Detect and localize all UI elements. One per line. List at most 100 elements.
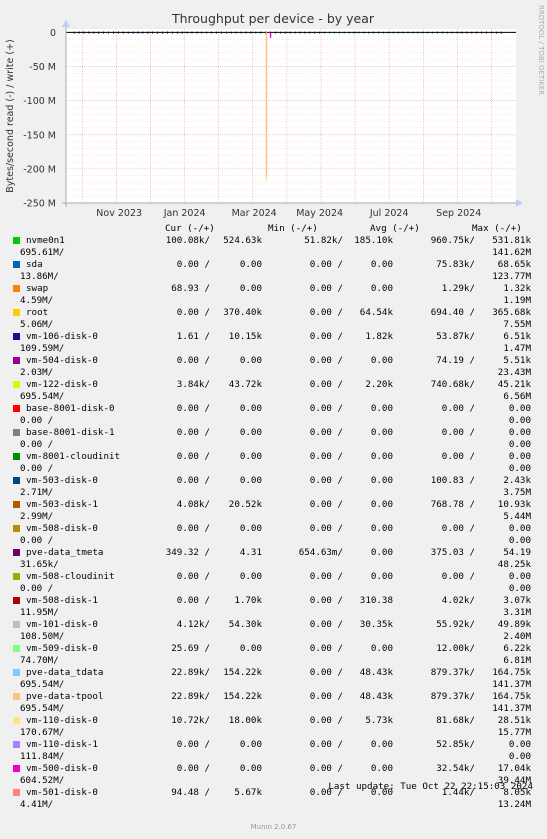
legend-value-avg: 960.75k/ [430,235,475,246]
legend-value-avg2: 2.03M/ [20,367,54,378]
y-tick-label: -250 M [23,199,56,210]
legend-value-max2: 5.44M [503,511,531,522]
legend-value-cur: 22.89k/ [171,667,210,678]
legend-series-name: vm-110-disk-1 [26,739,98,750]
legend-value-min2: 0.00 [370,643,393,654]
legend-row: vm-509-disk-0 25.69 / 0.00 0.00 / 0.00 12.00k… [0,643,547,667]
legend-value-max2: 1.47M [503,343,531,354]
legend-series-name: sda [26,259,43,270]
legend-value-min: 0.00 / [309,643,343,654]
legend-header-avg: Avg (-/+) [370,223,420,234]
legend-value-max: 164.75k [492,667,531,678]
legend-value-avg2: 0.00 / [20,583,54,594]
legend-value-avg: 75.83k/ [436,259,475,270]
legend-series-name: pve-data_tdata [26,667,104,678]
y-tick-label: -150 M [23,130,56,141]
legend-value-min: 0.00 / [309,307,343,318]
legend-value-cur2: 370.40k [223,307,262,318]
legend-series-name: vm-504-disk-0 [26,355,98,366]
legend-value-avg: 53.87k/ [436,331,475,342]
legend-value-avg2: 695.54M/ [20,703,65,714]
legend-value-avg2: 695.54M/ [20,391,65,402]
x-tick-label: Nov 2023 [96,208,142,219]
legend-value-cur: 0.00 / [176,427,210,438]
legend-value-cur: 68.93 / [171,283,210,294]
plot-area [66,29,516,203]
legend-value-cur2: 18.00k [228,715,262,726]
legend-value-min2: 310.38 [359,595,393,606]
y-tick-label: -100 M [23,96,56,107]
legend-value-cur: 4.12k/ [176,619,210,630]
legend-value-min2: 0.00 [370,499,393,510]
legend-value-min2: 30.35k [359,619,393,630]
legend-row: vm-503-disk-0 0.00 / 0.00 0.00 / 0.00 100.83 … [0,475,547,499]
legend-value-min: 0.00 / [309,259,343,270]
y-tick-label: -50 M [29,62,56,73]
legend-row: vm-110-disk-0 10.72k/18.00k 0.00 / 5.73k 81.… [0,715,547,739]
legend-swatch [13,597,20,604]
legend-value-cur2: 43.72k [228,379,262,390]
legend-series-name: pve-data_tmeta [26,547,104,558]
legend-value-avg2: 695.54M/ [20,679,65,690]
legend-series-name: vm-503-disk-0 [26,475,98,486]
legend-swatch [13,405,20,412]
legend-row: root 0.00 / 370.40k 0.00 / 64.54k 694.40 / 365… [0,307,547,331]
legend-row: vm-503-disk-1 4.08k/20.52k 0.00 / 0.00 768.7… [0,499,547,523]
legend-value-max2: 141.37M [492,703,531,714]
legend-swatch [13,357,20,364]
legend-value-cur: 3.84k/ [176,379,210,390]
legend-value-max2: 7.55M [503,319,531,330]
legend-value-min: 0.00 / [309,427,343,438]
legend-row: pve-data_tdata 22.89k/154.22k 0.00 / 48.43k… [0,667,547,691]
legend-swatch [13,621,20,628]
y-tick-label: -200 M [23,164,56,175]
legend-row: base-8001-disk-0 0.00 /0.00 0.00 /0.00 0.00… [0,403,547,427]
legend-value-max: 68.65k [497,259,531,270]
x-tick-label: May 2024 [296,208,343,219]
throughput-chart: Throughput per device - by year RRDTOOL … [5,5,545,219]
legend-value-max2: 6.81M [503,655,531,666]
legend-value-cur: 0.00 / [176,451,210,462]
legend-value-avg2: 11.95M/ [20,607,59,618]
legend-value-min: 0.00 / [309,739,343,750]
legend: nvme0n1 100.08k/524.63k 51.82k/185.10k 960.… [0,235,547,811]
legend-series-name: vm-500-disk-0 [26,763,98,774]
legend-value-max2: 0.00 [508,535,531,546]
legend-value-max2: 48.25k [497,559,531,570]
x-axis-arrow [516,199,523,207]
legend-value-min2: 0.00 [370,427,393,438]
legend-value-cur2: 0.00 [239,259,262,270]
legend-value-avg2: 0.00 / [20,463,54,474]
legend-value-min2: 1.82k [365,331,393,342]
legend-value-max: 365.68k [492,307,531,318]
legend-series-name: vm-503-disk-1 [26,499,98,510]
legend-value-avg: 879.37k/ [430,667,475,678]
legend-row: vm-122-disk-0 3.84k/43.72k 0.00 / 2.20k 740.… [0,379,547,403]
legend-series-name: vm-509-disk-0 [26,643,98,654]
legend-value-avg: 74.19 / [436,355,475,366]
legend-series-name: vm-501-disk-0 [26,787,98,798]
legend-value-min2: 0.00 [370,355,393,366]
legend-value-cur: 1.61 / [176,331,210,342]
legend-value-max2: 141.62M [492,247,531,258]
legend-row: pve-data_tmeta 349.32 / 4.31 654.63m/0.00 37… [0,547,547,571]
legend-swatch [13,477,20,484]
legend-value-avg2: 108.50M/ [20,631,65,642]
legend-value-max2: 2.40M [503,631,531,642]
legend-series-name: vm-508-disk-0 [26,523,98,534]
legend-value-max: 164.75k [492,691,531,702]
legend-value-cur: 0.00 / [176,595,210,606]
legend-value-avg: 4.02k/ [441,595,475,606]
legend-swatch [13,525,20,532]
legend-value-max: 28.51k [497,715,531,726]
legend-value-min2: 0.00 [370,571,393,582]
legend-value-min: 0.00 / [309,691,343,702]
legend-value-avg: 0.00 / [441,427,475,438]
legend-value-avg: 52.85k/ [436,739,475,750]
legend-value-cur: 0.00 / [176,763,210,774]
legend-swatch [13,789,20,796]
legend-value-max2: 0.00 [508,751,531,762]
legend-series-name: vm-106-disk-0 [26,331,98,342]
legend-header: Cur (-/+) Min (-/+) Avg (-/+) Max (-/+) [0,223,547,235]
legend-value-min2: 0.00 [370,451,393,462]
